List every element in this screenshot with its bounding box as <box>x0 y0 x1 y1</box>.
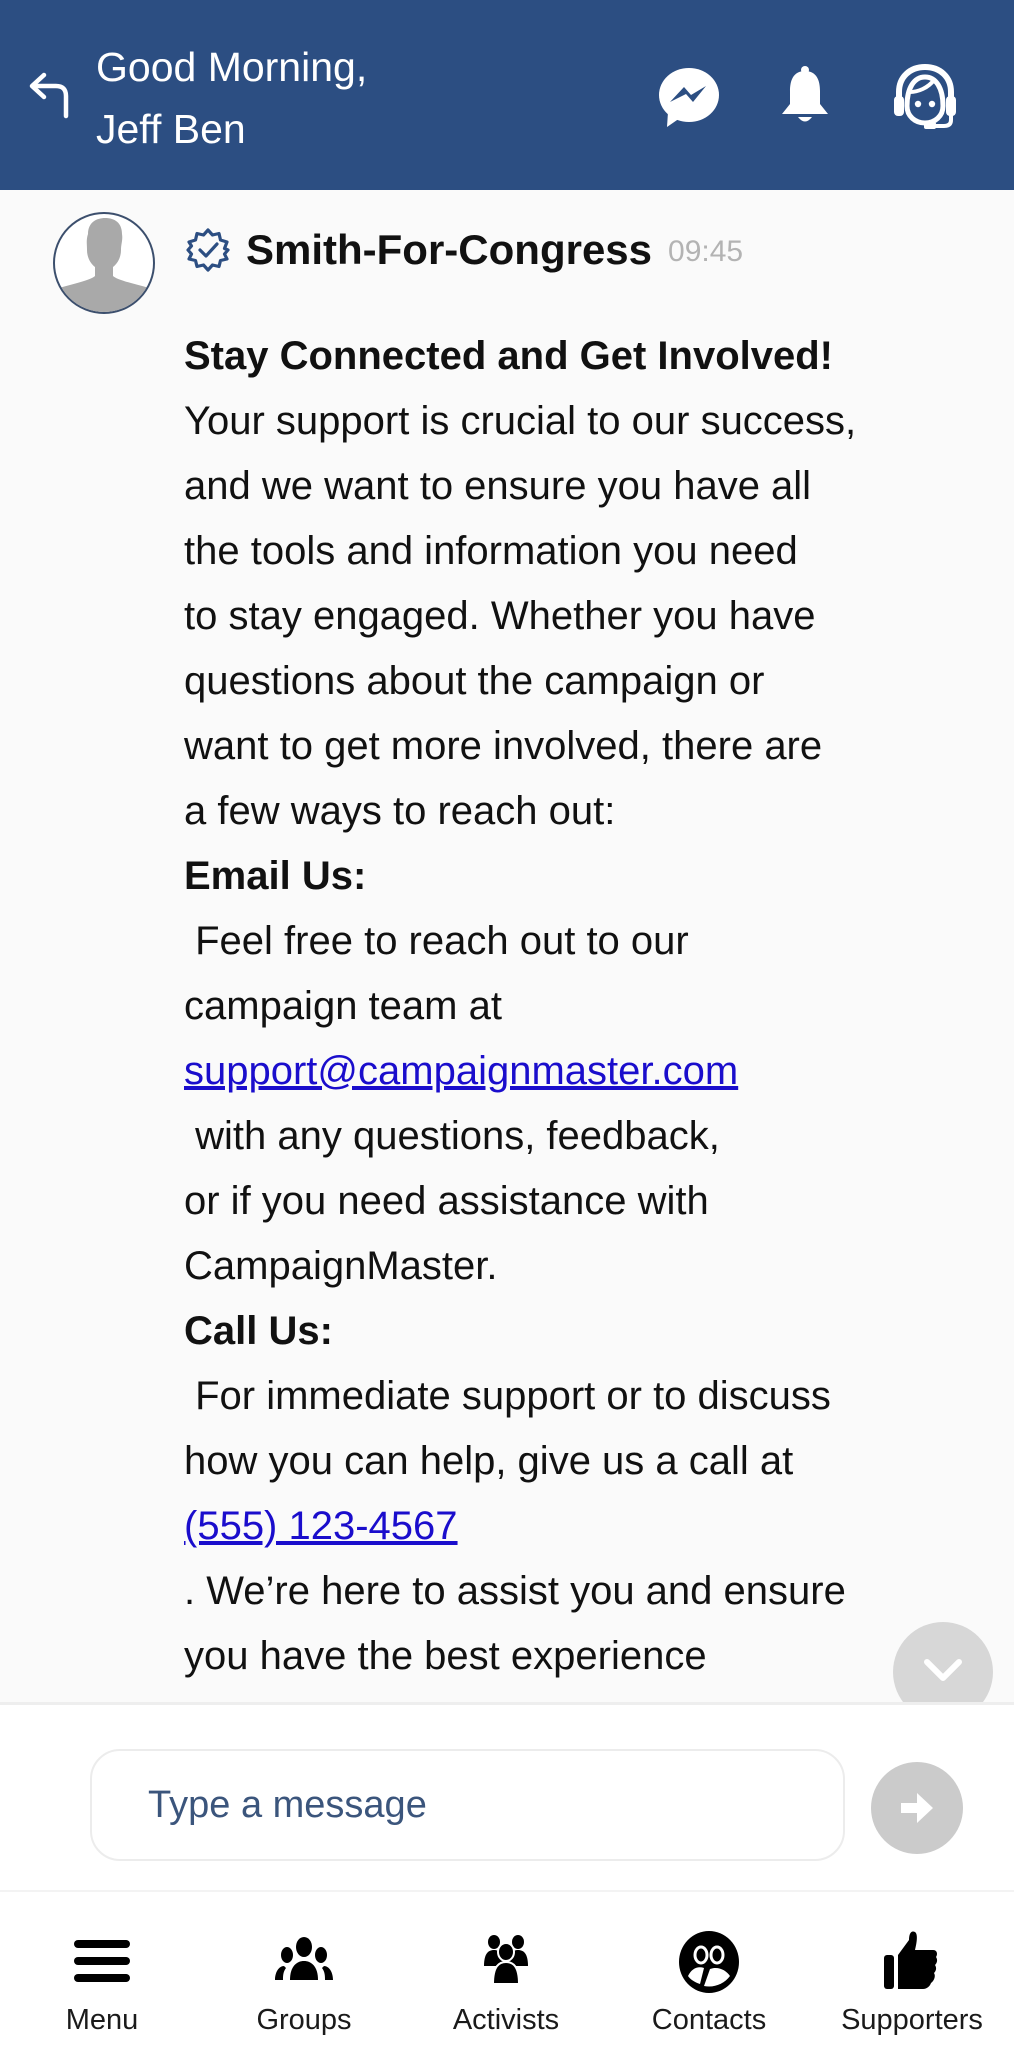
nav-label: Menu <box>65 2004 139 2036</box>
messenger-icon <box>659 68 719 127</box>
message-line: Your support is crucial to our success, <box>184 399 857 443</box>
notifications-button[interactable] <box>772 64 838 130</box>
menu-icon <box>74 1940 130 1982</box>
message-line: (555) 123-4567 <box>184 1494 984 1559</box>
nav-groups[interactable]: Groups <box>214 1892 394 2048</box>
bell-icon <box>782 66 828 122</box>
message-line: want to get more involved, there are <box>184 724 823 768</box>
nav-activists[interactable]: Activists <box>416 1892 596 2048</box>
message-heading: Stay Connected and Get Involved! <box>184 334 834 378</box>
bottom-navigation: Menu Groups Activists Contacts Supporter… <box>0 1890 1014 2048</box>
message-heading: Call Us: <box>184 1309 333 1353</box>
nav-label: Groups <box>256 2004 352 2036</box>
message-line: with any questions, feedback, <box>184 1114 720 1158</box>
nav-label: Activists <box>452 2004 560 2036</box>
messenger-button[interactable] <box>656 64 722 130</box>
nav-menu[interactable]: Menu <box>12 1892 192 2048</box>
nav-label: Supporters <box>841 2004 983 2036</box>
arrow-right-icon <box>901 1793 933 1823</box>
nav-supporters[interactable]: Supporters <box>822 1892 1002 2048</box>
message-input[interactable] <box>90 1749 845 1861</box>
groups-icon <box>275 1937 333 1980</box>
message-heading: Email Us: <box>184 854 367 898</box>
nav-label: Contacts <box>651 2004 767 2036</box>
message-line: the tools and information you need <box>184 529 798 573</box>
message-composer <box>0 1702 1014 1890</box>
message-line: a few ways to reach out: <box>184 789 616 833</box>
message-line: how you can help, give us a call at <box>184 1439 794 1483</box>
message-line: questions about the campaign or <box>184 659 765 703</box>
app-header: Good Morning, Jeff Ben <box>0 0 1014 190</box>
greeting: Good Morning, Jeff Ben <box>96 36 367 160</box>
send-button[interactable] <box>871 1762 963 1854</box>
message-line: or if you need assistance with <box>184 1179 709 1223</box>
message-line: CampaignMaster. <box>184 1244 498 1288</box>
verified-badge-icon <box>186 228 230 272</box>
phone-link[interactable]: (555) 123-4567 <box>184 1504 458 1548</box>
message-line: you have the best experience <box>184 1634 707 1678</box>
greeting-line-1: Good Morning, <box>96 44 368 90</box>
message-header: Smith-For-Congress 09:45 <box>186 220 743 280</box>
support-button[interactable] <box>890 63 956 130</box>
message-line: Feel free to reach out to our <box>184 919 689 963</box>
activists-icon <box>484 1935 528 1985</box>
thumbs-up-icon <box>884 1931 938 1989</box>
user-name: Jeff Ben <box>96 106 246 152</box>
default-avatar-icon <box>59 218 149 312</box>
message-line: to stay engaged. Whether you have <box>184 594 816 638</box>
contacts-icon <box>679 1931 739 1993</box>
message-line: support@campaignmaster.com <box>184 1039 984 1104</box>
back-button[interactable] <box>26 70 78 122</box>
support-agent-icon <box>894 63 956 129</box>
message-line: and we want to ensure you have all <box>184 464 812 508</box>
message-timestamp: 09:45 <box>668 235 744 268</box>
nav-contacts[interactable]: Contacts <box>619 1892 799 2048</box>
sender-avatar[interactable] <box>53 212 155 314</box>
message-body: Stay Connected and Get Involved! Your sup… <box>184 324 984 1689</box>
back-arrow-icon <box>29 72 69 119</box>
message-line: For immediate support or to discuss <box>184 1374 831 1418</box>
message-line: campaign team at <box>184 984 502 1028</box>
message-line: . We’re here to assist you and ensure <box>184 1569 846 1613</box>
sender-name[interactable]: Smith-For-Congress <box>246 226 652 274</box>
chevron-down-icon <box>924 1659 962 1681</box>
email-link[interactable]: support@campaignmaster.com <box>184 1049 738 1093</box>
message-list[interactable]: Smith-For-Congress 09:45 Stay Connected … <box>0 190 1014 1702</box>
